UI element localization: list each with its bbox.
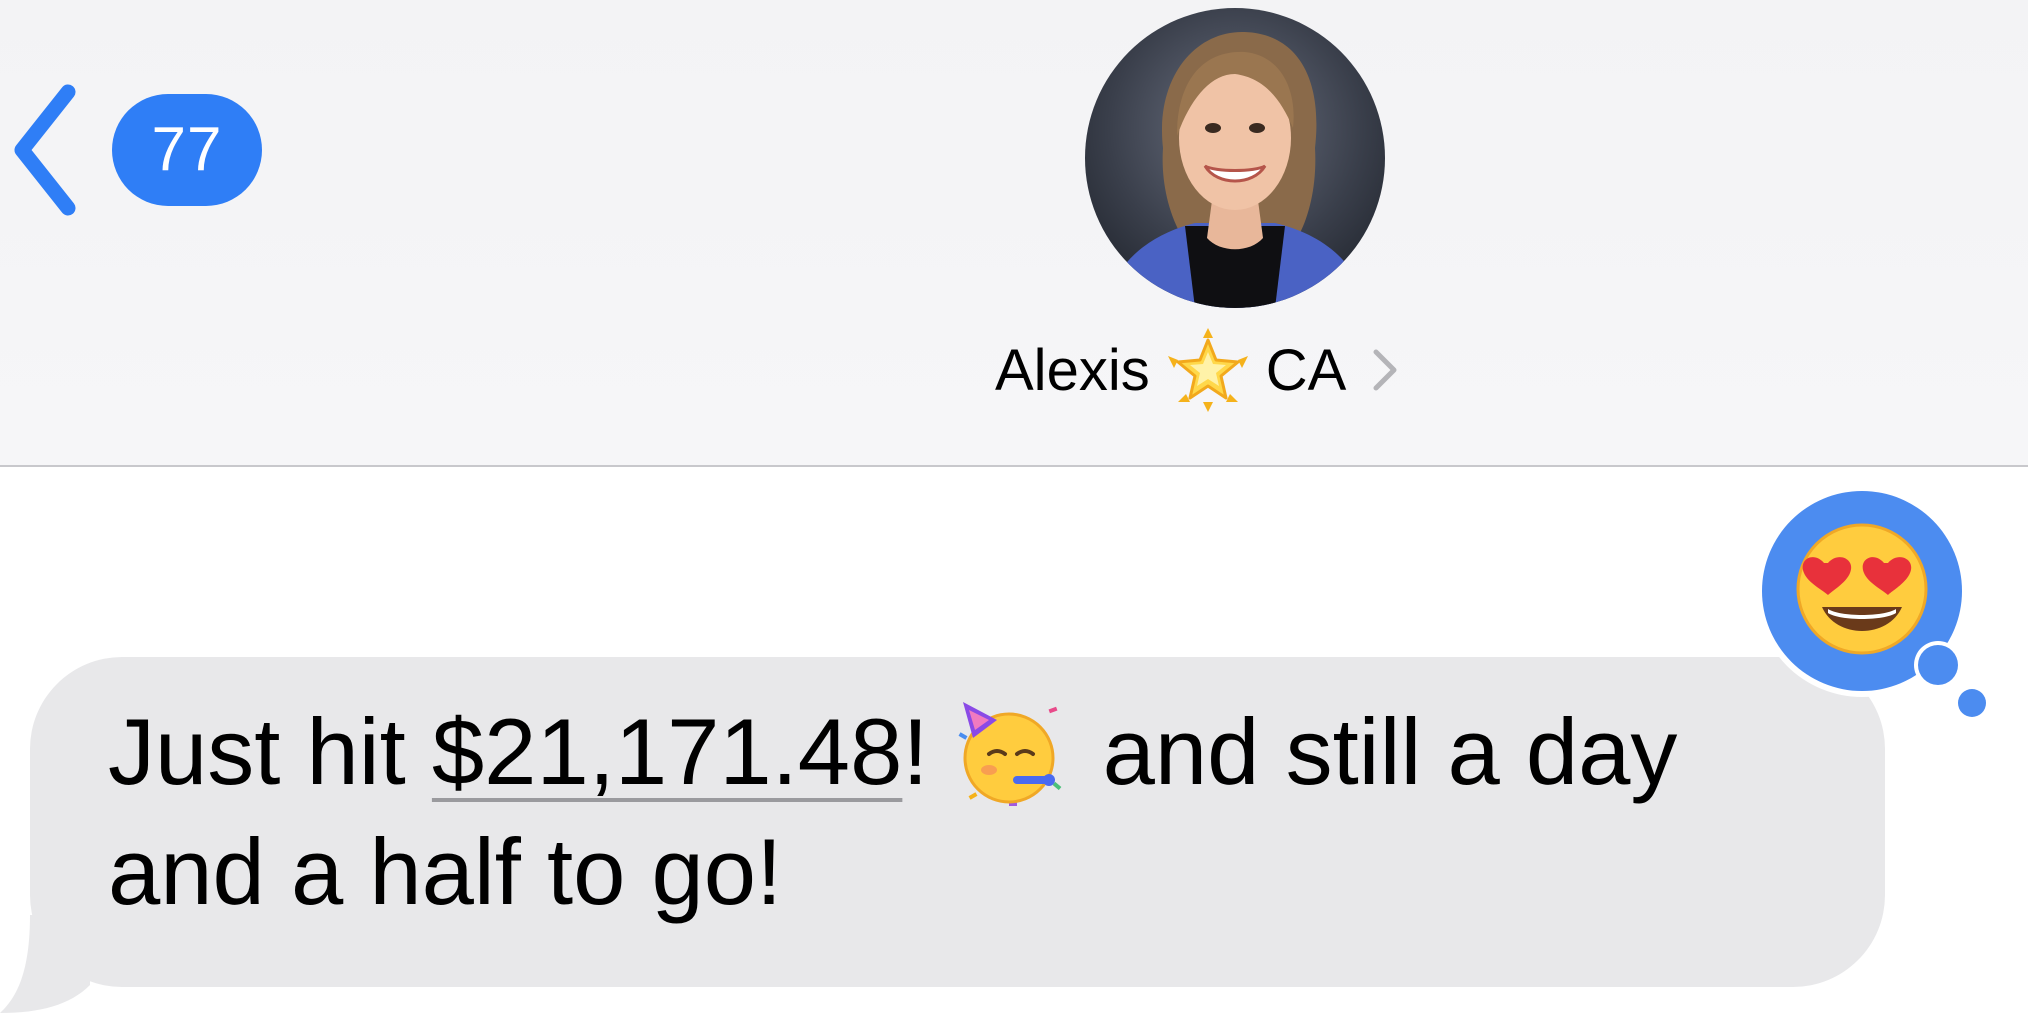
- bubble-tail: [0, 915, 90, 1013]
- message-line-2: and a half to go!: [108, 819, 783, 924]
- tapback-reaction[interactable]: [1760, 489, 2000, 729]
- heart-eyes-icon: [1796, 523, 1928, 655]
- message-text-after-emoji: and still a day: [1076, 699, 1678, 804]
- amount-link[interactable]: $21,171.48: [432, 699, 902, 804]
- contact-avatar[interactable]: [1085, 8, 1385, 308]
- chevron-right-icon: [1373, 349, 1397, 391]
- message-line-1: Just hit $21,171.48! and still a day: [108, 692, 1868, 812]
- partying-face-icon: [958, 702, 1061, 806]
- contact-name: Alexis: [995, 337, 1150, 403]
- conversation-header: 77 Alexis CA: [0, 0, 2028, 467]
- contact-details-button[interactable]: Alexis CA: [995, 328, 1402, 412]
- message-text-before: Just hit: [108, 699, 432, 804]
- unread-count-badge: 77: [112, 94, 262, 206]
- contact-location: CA: [1265, 337, 1347, 403]
- chevron-left-icon: [14, 84, 76, 216]
- message-text: Just hit $21,171.48! and still a day and…: [108, 692, 1868, 932]
- avatar-photo: [1085, 8, 1385, 308]
- glowing-star-icon: [1167, 328, 1248, 412]
- back-button[interactable]: 77: [8, 80, 268, 220]
- messages-screen: 77 Alexis CA Just hit $21,171.48! and st…: [0, 0, 2028, 1014]
- conversation-area: Just hit $21,171.48! and still a day and…: [0, 467, 2028, 1014]
- message-text-after-amount: !: [902, 699, 929, 804]
